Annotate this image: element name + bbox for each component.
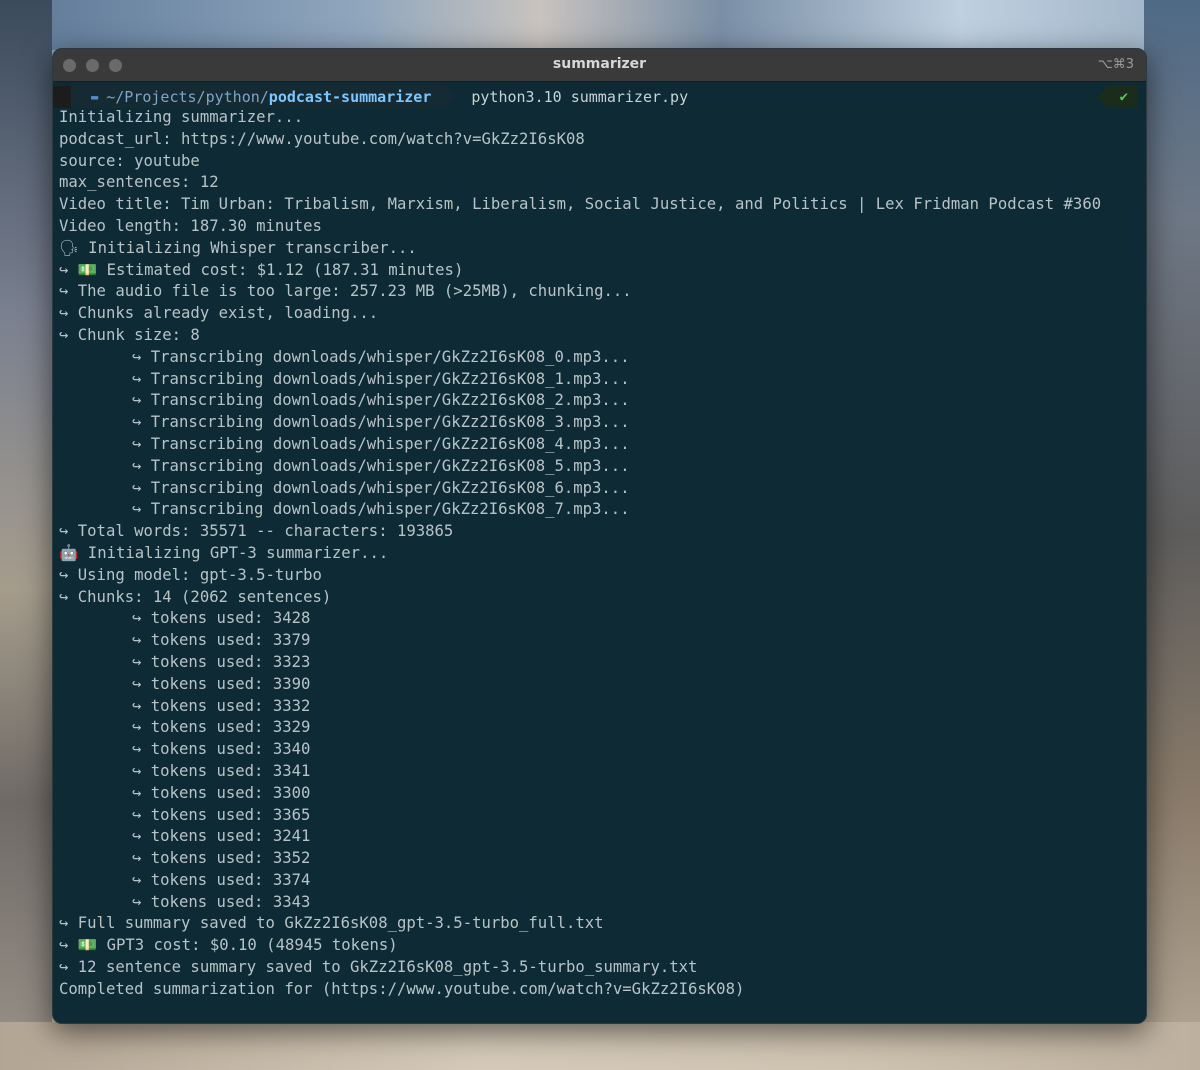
desktop-wallpaper-right	[1144, 0, 1200, 1070]
folder-icon: ▬	[91, 90, 99, 104]
output-line: ↪ tokens used: 3241	[132, 827, 311, 846]
desktop-wallpaper-bottom	[0, 1022, 1200, 1070]
output-line: 🗣 Initializing Whisper transcriber...	[59, 238, 417, 257]
output-line: ↪ tokens used: 3341	[132, 761, 311, 780]
output-line: ↪ tokens used: 3365	[132, 805, 311, 824]
output-line: Completed summarization for (https://www…	[59, 979, 745, 998]
output-line: ↪ Transcribing downloads/whisper/GkZz2I6…	[132, 478, 630, 497]
output-line: ↪ 💵 Estimated cost: $1.12 (187.31 minute…	[59, 260, 464, 279]
output-line: ↪ Transcribing downloads/whisper/GkZz2I6…	[132, 413, 630, 432]
output-line: podcast_url: https://www.youtube.com/wat…	[59, 129, 585, 148]
output-line: ↪ tokens used: 3379	[132, 631, 311, 650]
desktop-wallpaper-left	[0, 0, 52, 1070]
output-line: ↪ tokens used: 3352	[132, 849, 311, 868]
output-line: max_sentences: 12	[59, 173, 219, 192]
output-line: 🤖 Initializing GPT-3 summarizer...	[59, 543, 389, 562]
shell-prompt: ▬ ~/Projects/python/podcast-summarizer p…	[53, 86, 1146, 108]
output-line: ↪ Transcribing downloads/whisper/GkZz2I6…	[132, 434, 630, 453]
window-title: summarizer	[552, 56, 647, 72]
output-line: Video length: 187.30 minutes	[59, 216, 322, 235]
output-line: ↪ Chunks: 14 (2062 sentences)	[59, 587, 332, 606]
output-line: Initializing summarizer...	[59, 108, 304, 126]
output-line: ↪ tokens used: 3329	[132, 718, 311, 737]
output-line: source: youtube	[59, 151, 200, 170]
output-line: ↪ tokens used: 3300	[132, 783, 311, 802]
output-line: Video title: Tim Urban: Tribalism, Marxi…	[59, 195, 1102, 214]
window-shortcut: ⌥⌘3	[1097, 57, 1134, 72]
path-prefix: ~/Projects/python/	[106, 88, 269, 106]
apple-icon	[53, 86, 82, 108]
output-line: ↪ Transcribing downloads/whisper/GkZz2I6…	[132, 456, 630, 475]
output-line: ↪ tokens used: 3340	[132, 740, 311, 759]
output-line: ↪ tokens used: 3374	[132, 870, 311, 889]
output-line: ↪ Using model: gpt-3.5-turbo	[59, 565, 322, 584]
output-line: ↪ tokens used: 3343	[132, 892, 311, 911]
output-line: ↪ Transcribing downloads/whisper/GkZz2I6…	[132, 391, 630, 410]
prompt-path: ▬ ~/Projects/python/podcast-summarizer	[71, 86, 457, 108]
desktop-wallpaper-top	[0, 0, 1200, 50]
title-bar[interactable]: summarizer ⌥⌘3	[53, 49, 1146, 82]
path-current-dir: podcast-summarizer	[268, 88, 432, 106]
terminal-output[interactable]: Initializing summarizer... podcast_url: h…	[53, 107, 1146, 1001]
output-line: ↪ Full summary saved to GkZz2I6sK08_gpt-…	[59, 914, 604, 933]
output-line: ↪ tokens used: 3390	[132, 674, 311, 693]
output-line: ↪ Transcribing downloads/whisper/GkZz2I6…	[132, 369, 630, 388]
output-line: ↪ Transcribing downloads/whisper/GkZz2I6…	[132, 500, 630, 519]
output-line: ↪ Total words: 35571 -- characters: 1938…	[59, 522, 454, 541]
terminal-window[interactable]: summarizer ⌥⌘3 ▬ ~/Projects/python/podca…	[52, 48, 1147, 1024]
output-line: ↪ 12 sentence summary saved to GkZz2I6sK…	[59, 958, 698, 977]
output-line: ↪ tokens used: 3428	[132, 609, 311, 628]
output-line: ↪ tokens used: 3323	[132, 652, 311, 671]
output-line: ↪ Chunks already exist, loading...	[59, 304, 379, 323]
output-line: ↪ tokens used: 3332	[132, 696, 311, 715]
output-line: ↪ Chunk size: 8	[59, 325, 200, 344]
command-text: python3.10 summarizer.py	[471, 88, 689, 106]
status-check-icon: ✔	[1096, 86, 1138, 108]
output-line: ↪ Transcribing downloads/whisper/GkZz2I6…	[132, 347, 630, 366]
output-line: ↪ 💵 GPT3 cost: $0.10 (48945 tokens)	[59, 936, 398, 955]
output-line: ↪ The audio file is too large: 257.23 MB…	[59, 282, 632, 301]
